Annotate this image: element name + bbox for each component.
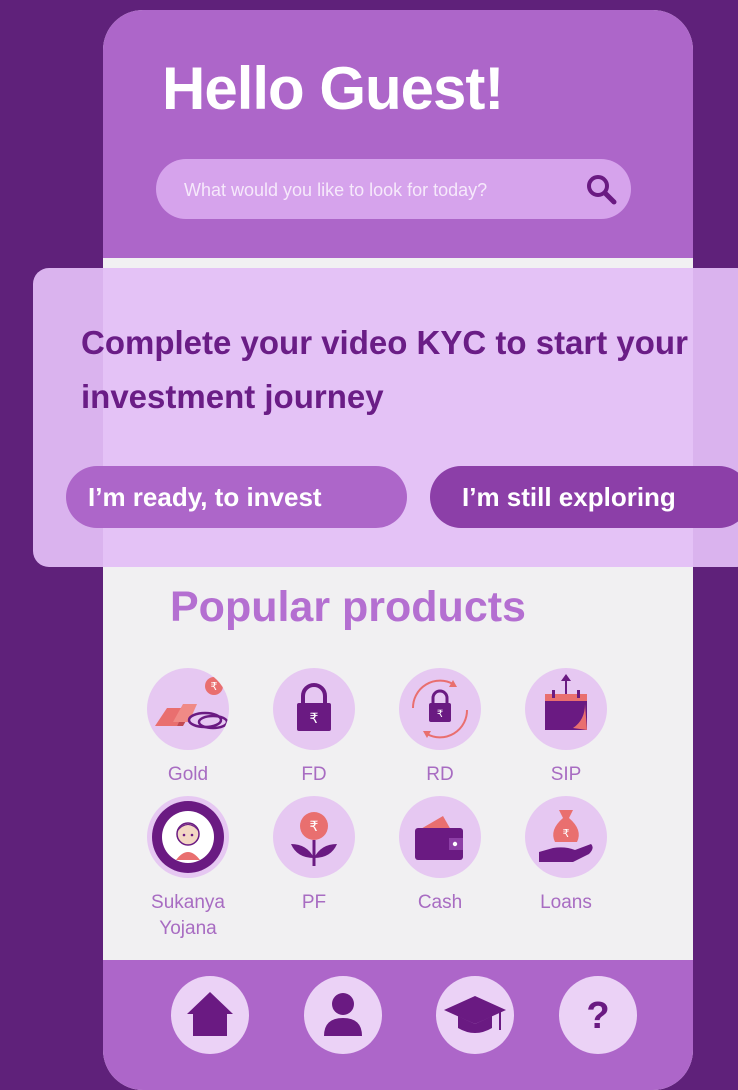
ready-to-invest-button[interactable]: I’m ready, to invest (66, 466, 407, 528)
profile-icon (324, 993, 362, 1036)
rupee-plant-icon: ₹ (273, 796, 355, 878)
svg-text:₹: ₹ (310, 711, 319, 727)
product-sip[interactable]: SIP (501, 668, 631, 788)
nav-home[interactable] (171, 976, 249, 1054)
product-label: RD (426, 764, 454, 785)
svg-text:₹: ₹ (563, 827, 570, 840)
product-loans[interactable]: ₹ Loans (501, 796, 631, 916)
product-label: SIP (550, 764, 582, 785)
kyc-message: Complete your video KYC to start your in… (81, 324, 688, 415)
gold-icon: ₹ (147, 668, 229, 750)
svg-text:₹: ₹ (211, 680, 218, 693)
svg-text:?: ? (586, 995, 609, 1037)
svg-text:₹: ₹ (437, 709, 443, 720)
svg-text:₹: ₹ (310, 819, 319, 835)
nav-learn[interactable] (436, 976, 514, 1054)
bottom-navigation: ? (103, 960, 693, 1090)
help-icon: ? (586, 995, 609, 1037)
still-exploring-button[interactable]: I’m still exploring (430, 466, 738, 528)
product-label: PF (301, 892, 327, 913)
product-gold[interactable]: ₹ Gold (123, 668, 253, 788)
home-icon (187, 992, 233, 1036)
nav-help[interactable]: ? (559, 976, 637, 1054)
money-bag-hand-icon: ₹ (525, 796, 607, 878)
recurring-lock-icon: ₹ (399, 668, 481, 750)
kyc-prompt-card: Complete your video KYC to start your in… (33, 268, 738, 567)
product-label: Sukanya Yojana (151, 892, 225, 939)
product-label: Gold (167, 764, 209, 785)
product-rd[interactable]: ₹ RD (375, 668, 505, 788)
product-fd[interactable]: ₹ FD (249, 668, 379, 788)
graduation-cap-icon (444, 996, 506, 1033)
product-pf[interactable]: ₹ PF (249, 796, 379, 916)
search-bar[interactable] (156, 159, 631, 221)
product-label: Cash (417, 892, 463, 913)
greeting-title: Hello Guest! (162, 55, 504, 122)
product-sukanya-yojana[interactable]: Sukanya Yojana (123, 796, 253, 942)
nav-profile[interactable] (304, 976, 382, 1054)
product-label: Loans (540, 892, 592, 913)
product-label: FD (301, 764, 327, 785)
sukanya-emblem-icon (147, 796, 229, 878)
lock-rupee-icon: ₹ (273, 668, 355, 750)
wallet-icon (399, 796, 481, 878)
popular-products-title: Popular products (170, 583, 526, 631)
search-icon[interactable] (583, 171, 619, 207)
search-input[interactable] (182, 159, 566, 221)
calendar-growth-icon (525, 668, 607, 750)
header: Hello Guest! (103, 10, 693, 258)
product-cash[interactable]: Cash (375, 796, 505, 916)
